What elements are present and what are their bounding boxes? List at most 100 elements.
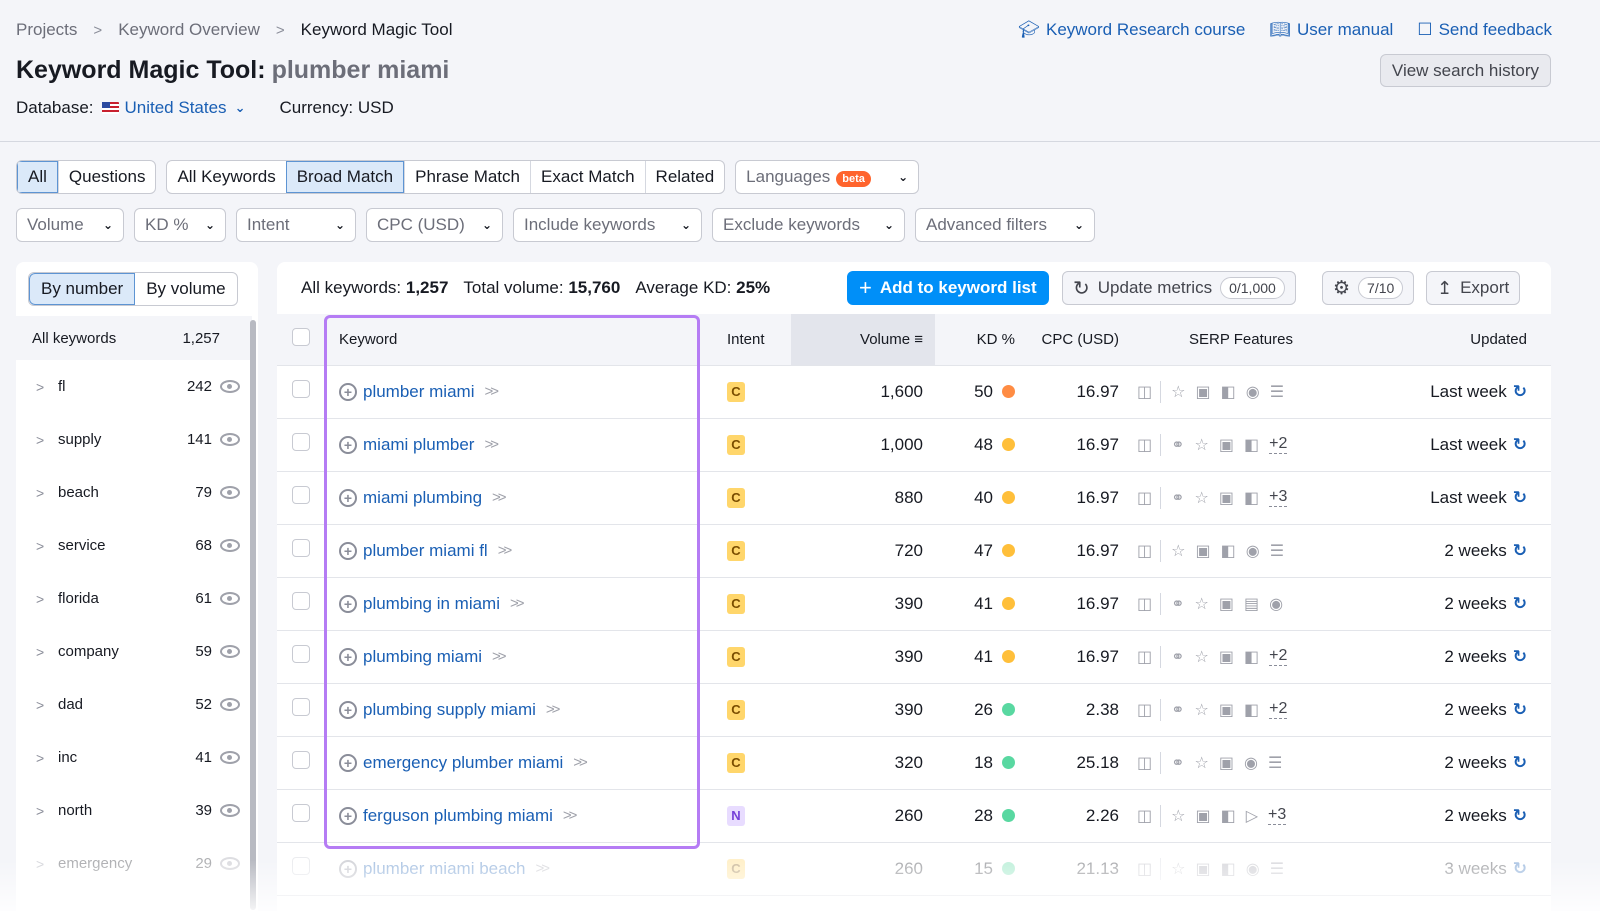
double-chevron-icon[interactable]: >>	[492, 648, 506, 665]
add-keyword-icon[interactable]: +	[339, 541, 357, 560]
serp-analysis-icon[interactable]: ◫	[1137, 700, 1152, 720]
star-serp-icon[interactable]: ☆	[1171, 806, 1185, 826]
refresh-icon[interactable]: ↻	[1513, 700, 1527, 719]
image-serp-icon[interactable]: ▣	[1195, 806, 1210, 826]
intent-badge[interactable]: N	[727, 805, 745, 826]
link-serp-icon[interactable]: ⚭	[1171, 753, 1184, 773]
group-item[interactable]: > beach 79	[16, 466, 252, 519]
image-pack-serp-icon[interactable]: ◧	[1221, 859, 1236, 879]
settings-button[interactable]: ⚙ 7/10	[1322, 271, 1415, 305]
serp-analysis-icon[interactable]: ◫	[1137, 594, 1152, 614]
intent-badge[interactable]: C	[727, 593, 745, 614]
serp-analysis-icon[interactable]: ◫	[1137, 753, 1152, 773]
keyword-link[interactable]: plumbing supply miami	[363, 700, 536, 720]
add-keyword-icon[interactable]: +	[339, 488, 357, 507]
pin-serp-icon[interactable]: ◉	[1246, 382, 1260, 402]
refresh-icon[interactable]: ↻	[1513, 541, 1527, 560]
row-checkbox[interactable]	[292, 698, 310, 716]
eye-icon[interactable]	[220, 486, 240, 499]
refresh-icon[interactable]: ↻	[1513, 753, 1527, 772]
include-keywords-filter[interactable]: Include keywords ⌄	[513, 208, 702, 242]
eye-icon[interactable]	[220, 857, 240, 870]
chevron-down-icon[interactable]: ⌄	[235, 100, 246, 116]
pin-serp-icon[interactable]: ◉	[1246, 541, 1260, 561]
star-serp-icon[interactable]: ☆	[1195, 435, 1209, 455]
serp-analysis-icon[interactable]: ◫	[1137, 435, 1152, 455]
image-serp-icon[interactable]: ▣	[1195, 859, 1210, 879]
add-keyword-icon[interactable]: +	[339, 859, 357, 878]
double-chevron-icon[interactable]: >>	[510, 595, 524, 612]
breadcrumb-projects[interactable]: Projects	[16, 20, 77, 40]
add-keyword-icon[interactable]: +	[339, 594, 357, 613]
question-serp-icon[interactable]: ▤	[1244, 594, 1259, 614]
double-chevron-icon[interactable]: >>	[492, 489, 506, 506]
star-serp-icon[interactable]: ☆	[1171, 859, 1185, 879]
image-pack-serp-icon[interactable]: ◧	[1244, 435, 1259, 455]
keyword-link[interactable]: miami plumbing	[363, 488, 482, 508]
add-keyword-icon[interactable]: +	[339, 382, 357, 401]
row-checkbox[interactable]	[292, 857, 310, 875]
link-serp-icon[interactable]: ⚭	[1171, 435, 1184, 455]
refresh-icon[interactable]: ↻	[1513, 382, 1527, 401]
select-all-checkbox[interactable]	[292, 328, 310, 347]
double-chevron-icon[interactable]: >>	[563, 807, 577, 824]
list-serp-icon[interactable]: ☰	[1270, 382, 1284, 402]
export-button[interactable]: ↥ Export	[1426, 271, 1521, 305]
row-checkbox[interactable]	[292, 645, 310, 663]
group-item[interactable]: > florida 61	[16, 572, 252, 625]
eye-icon[interactable]	[220, 380, 240, 393]
send-feedback-link[interactable]: ☐ Send feedback	[1417, 20, 1552, 40]
all-keywords-group[interactable]: All keywords 1,257	[16, 316, 252, 360]
tab-all-keywords[interactable]: All Keywords	[167, 161, 285, 193]
intent-badge[interactable]: C	[727, 699, 745, 720]
add-keyword-icon[interactable]: +	[339, 806, 357, 825]
eye-icon[interactable]	[220, 751, 240, 764]
chevron-right-icon[interactable]: >	[36, 538, 58, 554]
chevron-right-icon[interactable]: >	[36, 644, 58, 660]
tab-broad-match[interactable]: Broad Match	[285, 161, 405, 193]
cpc-filter[interactable]: CPC (USD) ⌄	[366, 208, 503, 242]
exclude-keywords-filter[interactable]: Exclude keywords ⌄	[712, 208, 905, 242]
tab-questions[interactable]: Questions	[57, 161, 156, 193]
chevron-right-icon[interactable]: >	[36, 697, 58, 713]
image-pack-serp-icon[interactable]: ◧	[1221, 541, 1236, 561]
link-serp-icon[interactable]: ⚭	[1171, 647, 1184, 667]
group-item[interactable]: > dad 52	[16, 678, 252, 731]
breadcrumb-keyword-overview[interactable]: Keyword Overview	[118, 20, 260, 40]
refresh-icon[interactable]: ↻	[1513, 806, 1527, 825]
col-serp-features[interactable]: SERP Features	[1127, 314, 1377, 366]
group-item[interactable]: > supply 141	[16, 413, 252, 466]
group-item[interactable]: > service 68	[16, 519, 252, 572]
image-pack-serp-icon[interactable]: ◧	[1221, 382, 1236, 402]
more-serp-features[interactable]: +3	[1268, 806, 1287, 825]
link-serp-icon[interactable]: ⚭	[1171, 594, 1184, 614]
pin-serp-icon[interactable]: ◉	[1269, 594, 1283, 614]
image-pack-serp-icon[interactable]: ◧	[1244, 647, 1259, 667]
refresh-icon[interactable]: ↻	[1513, 488, 1527, 507]
intent-badge[interactable]: C	[727, 381, 745, 402]
intent-badge[interactable]: C	[727, 752, 745, 773]
group-item[interactable]: > inc 41	[16, 731, 252, 784]
double-chevron-icon[interactable]: >>	[546, 701, 560, 718]
image-pack-serp-icon[interactable]: ◧	[1244, 700, 1259, 720]
serp-analysis-icon[interactable]: ◫	[1137, 806, 1152, 826]
add-keyword-icon[interactable]: +	[339, 647, 357, 666]
list-serp-icon[interactable]: ☰	[1270, 541, 1284, 561]
user-manual-link[interactable]: 📖︎ User manual	[1269, 20, 1393, 40]
refresh-icon[interactable]: ↻	[1513, 647, 1527, 666]
intent-badge[interactable]: C	[727, 646, 745, 667]
keyword-research-course-link[interactable]: 🎓︎ Keyword Research course	[1018, 20, 1245, 40]
video-serp-icon[interactable]: ▷	[1246, 806, 1258, 826]
pin-serp-icon[interactable]: ◉	[1246, 859, 1260, 879]
eye-icon[interactable]	[220, 539, 240, 552]
star-serp-icon[interactable]: ☆	[1195, 647, 1209, 667]
chevron-right-icon[interactable]: >	[36, 379, 58, 395]
eye-icon[interactable]	[220, 433, 240, 446]
tab-exact-match[interactable]: Exact Match	[530, 161, 645, 193]
tab-related[interactable]: Related	[644, 161, 725, 193]
serp-analysis-icon[interactable]: ◫	[1137, 488, 1152, 508]
database-selector[interactable]: United States	[125, 98, 227, 118]
kd-filter[interactable]: KD % ⌄	[134, 208, 226, 242]
list-serp-icon[interactable]: ☰	[1268, 753, 1282, 773]
sidebar-scrollbar[interactable]	[250, 320, 256, 910]
